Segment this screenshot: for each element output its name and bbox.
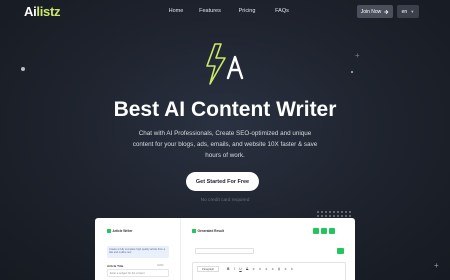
language-label: en <box>401 8 408 15</box>
article-writer-hint: Create a fully complete high quality art… <box>107 246 169 258</box>
decor-dot <box>21 67 25 71</box>
logo[interactable]: Ailistz <box>24 4 61 19</box>
check-icon <box>192 229 196 233</box>
app-preview: Article Writer Create a fully complete h… <box>95 218 355 280</box>
article-title-input[interactable]: Enter a subject for the content <box>107 269 169 277</box>
align-icon[interactable]: ≡ <box>266 267 268 271</box>
nav-faqs-link[interactable]: FAQs <box>266 8 298 14</box>
paragraph-select[interactable]: Paragraph <box>197 266 220 272</box>
strikethrough-icon[interactable]: S <box>246 267 248 271</box>
decor-dot <box>351 71 353 73</box>
align-icon[interactable]: ≡ <box>272 267 274 271</box>
list-icon[interactable]: ≡ <box>259 267 261 271</box>
chevron-down-icon: ▼ <box>410 9 415 14</box>
logo-accent: listz <box>36 4 61 19</box>
decor-plus-icon: + <box>434 261 439 270</box>
logo-main: Ai <box>24 4 37 19</box>
result-actions <box>311 228 335 234</box>
italic-icon[interactable]: I <box>234 267 235 271</box>
align-icon[interactable]: ≡ <box>285 267 287 271</box>
underline-icon[interactable]: U <box>239 267 241 271</box>
article-writer-title: Article Writer <box>107 229 132 233</box>
editor-toolbar: Paragraph B I U S ≡ ≡ ≡ ≡ ≡ ≡ ≡ <box>197 266 297 272</box>
hero-title: Best AI Content Writer <box>113 98 337 121</box>
article-title-count: 0/200 <box>157 264 164 267</box>
delete-icon[interactable] <box>329 228 335 234</box>
login-arrow-icon <box>384 9 389 14</box>
language-select[interactable]: en ▼ <box>397 5 419 18</box>
get-started-button[interactable]: Get Started For Free <box>186 172 259 191</box>
bolt-a-icon <box>206 43 244 85</box>
article-writer-panel: Article Writer Create a fully complete h… <box>95 218 181 280</box>
join-now-label: Join Now <box>360 8 382 15</box>
align-icon[interactable]: ≡ <box>278 267 281 271</box>
nav-features-link[interactable]: Features <box>192 8 228 14</box>
decor-plus-icon: + <box>355 51 360 60</box>
result-name-field[interactable] <box>195 248 254 254</box>
save-icon[interactable] <box>337 248 344 254</box>
download-icon[interactable] <box>321 228 327 234</box>
top-nav: Ailistz Home Features Pricing FAQs Join … <box>0 0 450 24</box>
nav-pricing-link[interactable]: Pricing <box>228 8 266 14</box>
nav-links: Home Features Pricing FAQs <box>160 8 298 14</box>
article-title-label: Article Title <box>107 264 124 268</box>
generated-result-label: Generated Result <box>197 229 224 233</box>
bold-icon[interactable]: B <box>227 267 229 271</box>
nav-home-link[interactable]: Home <box>160 8 192 14</box>
check-icon <box>107 229 111 233</box>
list-icon[interactable]: ≡ <box>253 267 255 271</box>
join-now-button[interactable]: Join Now <box>357 5 393 18</box>
result-editor[interactable]: Paragraph B I U S ≡ ≡ ≡ ≡ ≡ ≡ ≡ <box>192 262 346 280</box>
copy-icon[interactable] <box>313 228 319 234</box>
article-writer-label: Article Writer <box>112 229 133 233</box>
align-icon[interactable]: ≡ <box>291 267 293 271</box>
generated-result-title: Generated Result <box>192 229 224 233</box>
hero-subtitle: Chat with AI Professionals, Create SEO-o… <box>132 130 318 159</box>
no-credit-card-note: No credit card required <box>200 198 250 203</box>
